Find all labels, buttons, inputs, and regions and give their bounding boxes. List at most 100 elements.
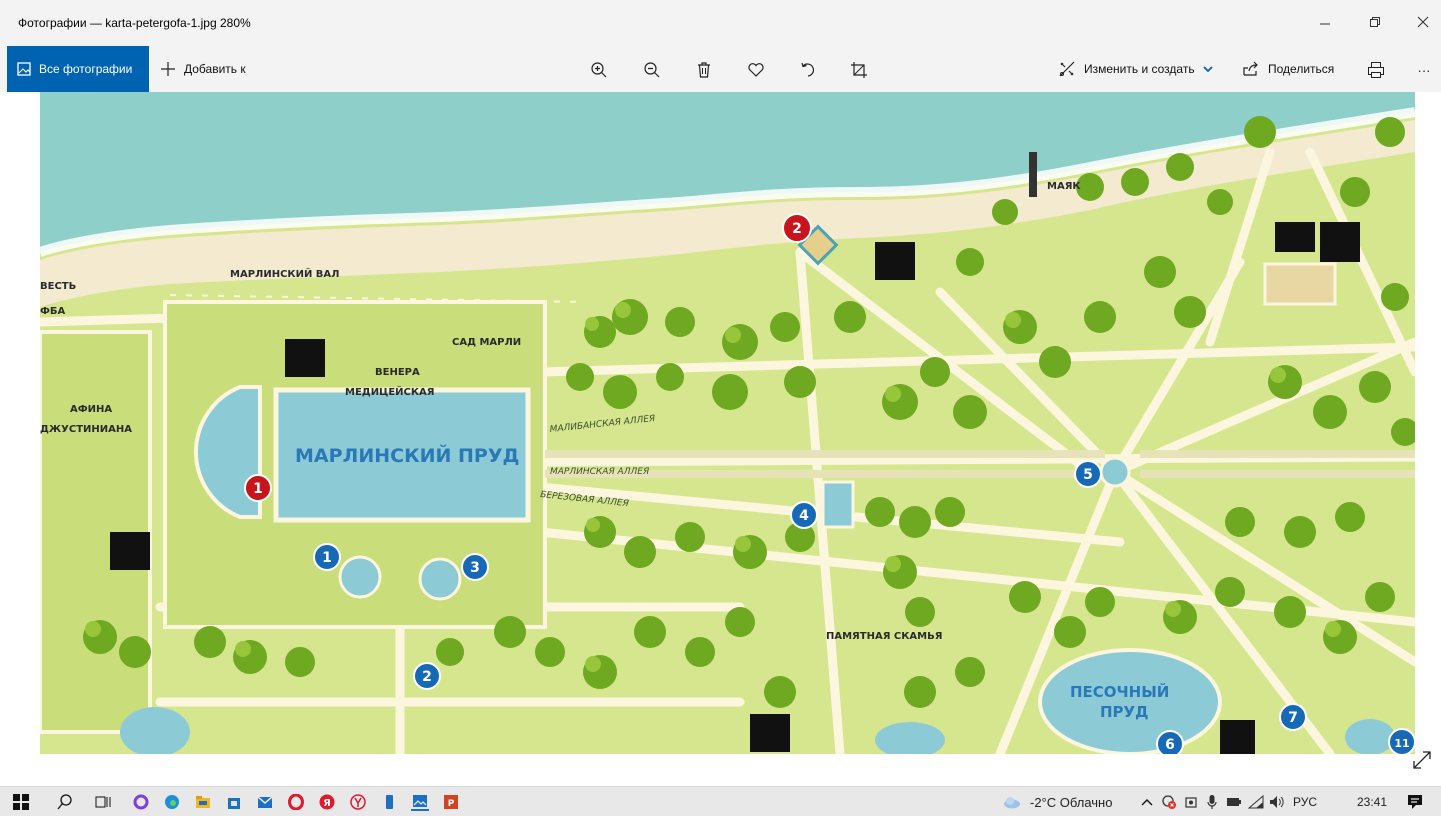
battery-icon	[1227, 798, 1241, 806]
svg-text:Я: Я	[323, 798, 331, 809]
restore-icon	[1370, 17, 1380, 27]
taskbar-app-yandex-browser[interactable]	[349, 793, 367, 811]
network-error-icon	[1162, 795, 1176, 809]
marker-blue-2: 2	[422, 669, 432, 685]
mail-icon	[257, 796, 273, 808]
taskbar-app-powerpoint[interactable]: P	[442, 793, 460, 811]
show-hidden-icons-button[interactable]	[1138, 793, 1156, 811]
taskbar-app-phone[interactable]	[380, 793, 398, 811]
camera-icon	[1185, 797, 1197, 808]
tray-meet-icon[interactable]	[1182, 793, 1200, 811]
fullscreen-button[interactable]	[1410, 748, 1434, 772]
wifi-icon	[1248, 795, 1264, 809]
print-button[interactable]	[1364, 58, 1388, 82]
edit-create-label: Изменить и создать	[1084, 62, 1195, 76]
search-icon	[57, 794, 72, 810]
language-indicator[interactable]: РУС	[1293, 795, 1317, 809]
share-label: Поделиться	[1268, 62, 1335, 76]
zoom-in-icon	[591, 62, 607, 78]
taskbar-app-store[interactable]	[225, 793, 243, 811]
more-icon: ···	[1417, 62, 1431, 78]
minimize-button[interactable]	[1310, 10, 1340, 34]
tray-network-icon[interactable]	[1160, 793, 1178, 811]
window-title: Фотографии — karta-petergofa-1.jpg 280%	[18, 16, 251, 30]
cortana-icon	[133, 794, 149, 810]
close-button[interactable]	[1408, 10, 1438, 34]
map-label-memorial-bench: ПАМЯТНАЯ СКАМЬЯ	[826, 631, 942, 642]
phone-icon	[386, 795, 393, 809]
add-to-label: Добавить к	[184, 62, 246, 76]
opera-icon	[288, 794, 304, 810]
marker-blue-4: 4	[799, 508, 809, 524]
map-label-justiniani: ДЖУСТИНИАНА	[40, 424, 132, 435]
task-view-icon	[95, 796, 111, 808]
weather-widget[interactable]	[1003, 793, 1021, 811]
rotate-button[interactable]	[796, 58, 820, 82]
title-bar: Фотографии — karta-petergofa-1.jpg 280%	[0, 0, 1441, 46]
map-label-mayak: МАЯК	[1047, 181, 1081, 192]
map-label-edge-2: ФБА	[40, 306, 66, 317]
marker-blue-3: 3	[470, 560, 480, 576]
map-label-venus: ВЕНЕРА	[375, 367, 420, 378]
map-label-medici: МЕДИЦЕЙСКАЯ	[345, 385, 435, 398]
plus-icon	[161, 62, 175, 76]
taskbar-app-mail[interactable]	[256, 793, 274, 811]
share-icon	[1243, 61, 1258, 76]
microphone-icon	[1207, 795, 1217, 809]
tray-battery-icon[interactable]	[1225, 793, 1243, 811]
chevron-down-icon	[1202, 66, 1213, 73]
cloud-icon	[1004, 797, 1020, 809]
yandex-browser-icon	[350, 794, 366, 810]
photo-icon	[17, 62, 31, 76]
task-view-button[interactable]	[94, 793, 112, 811]
close-icon	[1417, 16, 1429, 28]
tray-wifi-icon[interactable]	[1247, 793, 1265, 811]
image-viewport[interactable]: МАРЛИНСКИЙ ВАЛ САД МАРЛИ ВЕНЕРА МЕДИЦЕЙС…	[0, 92, 1441, 768]
zoom-out-button[interactable]	[640, 58, 664, 82]
svg-text:P: P	[448, 799, 455, 809]
marker-blue-5: 5	[1083, 467, 1093, 483]
marker-blue-6: 6	[1165, 737, 1175, 753]
crop-button[interactable]	[847, 58, 871, 82]
photos-app-icon	[413, 795, 427, 807]
clock[interactable]: 23:41	[1357, 795, 1387, 809]
share-button[interactable]: Поделиться	[1242, 46, 1334, 92]
marker-blue-7: 7	[1288, 710, 1298, 726]
taskbar-app-opera[interactable]	[287, 793, 305, 811]
add-to-button[interactable]: Добавить к	[160, 46, 246, 92]
yandex-icon: Я	[319, 794, 335, 810]
taskbar-app-cortana[interactable]	[132, 793, 150, 811]
taskbar-app-yandex[interactable]: Я	[318, 793, 336, 811]
marker-red-1: 1	[253, 481, 263, 497]
taskbar-app-explorer[interactable]	[194, 793, 212, 811]
more-button[interactable]: ···	[1412, 58, 1436, 82]
favorite-button[interactable]	[744, 58, 768, 82]
all-photos-label: Все фотографии	[39, 62, 133, 76]
volume-icon	[1270, 796, 1284, 808]
powerpoint-icon: P	[444, 795, 458, 809]
tray-microphone-icon[interactable]	[1203, 793, 1221, 811]
notification-center-button[interactable]	[1406, 793, 1424, 811]
tray-volume-icon[interactable]	[1268, 793, 1286, 811]
taskbar-app-photos[interactable]	[411, 793, 429, 811]
map-label-sand-pond-2: ПРУД	[1100, 703, 1148, 721]
start-button[interactable]	[12, 793, 30, 811]
store-icon	[228, 798, 240, 809]
delete-button[interactable]	[692, 58, 716, 82]
search-button[interactable]	[56, 793, 74, 811]
taskbar-app-edge[interactable]	[163, 793, 181, 811]
map-label-sad-marly: САД МАРЛИ	[452, 337, 521, 348]
trash-icon	[698, 62, 710, 78]
print-icon	[1368, 62, 1384, 78]
folder-icon	[196, 796, 210, 808]
zoom-out-icon	[644, 62, 660, 78]
restore-button[interactable]	[1360, 10, 1390, 34]
weather-text[interactable]: -2°C Облачно	[1030, 795, 1112, 810]
taskbar: Я P -2°C Облачно РУС 23:41	[0, 786, 1441, 816]
all-photos-button[interactable]: Все фотографии	[7, 46, 149, 92]
marker-blue-1: 1	[322, 550, 332, 566]
zoom-in-button[interactable]	[587, 58, 611, 82]
windows-logo-icon	[13, 794, 29, 810]
edit-create-button[interactable]: Изменить и создать	[1058, 46, 1213, 92]
notification-icon	[1408, 795, 1422, 809]
